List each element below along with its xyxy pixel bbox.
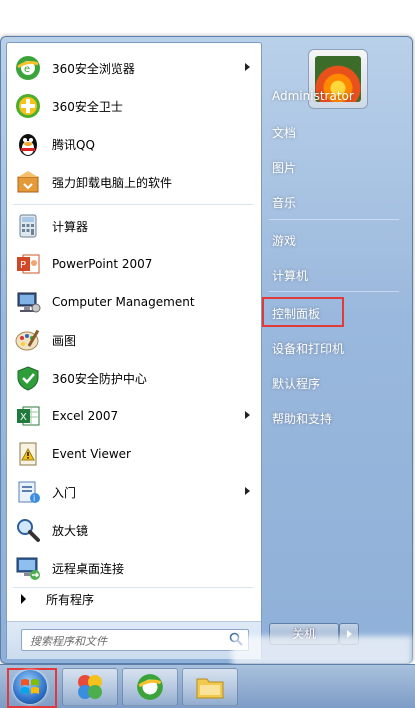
right-item-help-support[interactable]: 帮助和支持 (272, 410, 332, 427)
search-input[interactable]: 搜索程序和文件 (21, 629, 249, 651)
windows-orb-icon (13, 670, 47, 704)
submenu-arrow-icon[interactable] (245, 63, 250, 71)
excel-icon: X (12, 400, 44, 432)
program-360-protection[interactable]: 360安全防护中心 (12, 361, 256, 395)
right-item-documents[interactable]: 文档 (272, 124, 296, 141)
right-item-games[interactable]: 游戏 (272, 232, 296, 249)
right-item-devices-printers[interactable]: 设备和打印机 (272, 340, 344, 357)
program-label: 放大镜 (52, 523, 89, 538)
program-label: Computer Management (52, 295, 195, 309)
program-label: 强力卸载电脑上的软件 (52, 175, 173, 190)
all-programs-label: 所有程序 (46, 592, 95, 607)
search-area: 搜索程序和文件 (7, 621, 261, 659)
search-placeholder: 搜索程序和文件 (30, 635, 107, 648)
program-label: 画图 (52, 333, 77, 348)
program-label: 计算器 (52, 219, 89, 234)
program-event-viewer[interactable]: Event Viewer (12, 437, 256, 471)
right-item-computer[interactable]: 计算机 (272, 267, 308, 284)
program-label: 远程桌面连接 (52, 561, 125, 576)
program-label: 360安全浏览器 (52, 61, 135, 76)
start-menu: e 360安全浏览器 360安全卫士 腾讯QQ 强力卸载电脑上的软件 计算器 P… (0, 36, 413, 664)
program-label: PowerPoint 2007 (52, 257, 153, 271)
triangle-right-icon (21, 594, 26, 604)
start-button[interactable] (7, 668, 57, 708)
svg-text:P: P (20, 260, 26, 271)
program-uninstaller[interactable]: 强力卸载电脑上的软件 (12, 165, 256, 199)
svg-text:i: i (33, 494, 35, 503)
uninstall-box-icon (12, 166, 44, 198)
program-360-security[interactable]: 360安全卫士 (12, 89, 256, 123)
right-separator (269, 291, 399, 292)
right-item-default-programs[interactable]: 默认程序 (272, 375, 320, 392)
computer-management-icon (12, 286, 44, 318)
remote-desktop-icon (12, 552, 44, 584)
pinned-separator (13, 204, 253, 205)
right-item-administrator[interactable]: Administrator (272, 89, 354, 103)
program-label: 入门 (52, 485, 77, 500)
right-item-pictures[interactable]: 图片 (272, 159, 296, 176)
right-separator (269, 219, 399, 220)
magnifier-icon (12, 514, 44, 546)
event-viewer-icon (12, 438, 44, 470)
program-getting-started[interactable]: i 入门 (12, 475, 256, 509)
programs-pane: e 360安全浏览器 360安全卫士 腾讯QQ 强力卸载电脑上的软件 计算器 P… (6, 42, 262, 659)
program-calculator[interactable]: 计算器 (12, 209, 256, 243)
program-excel[interactable]: X Excel 2007 (12, 399, 256, 433)
program-magnifier[interactable]: 放大镜 (12, 513, 256, 547)
taskbar (0, 664, 415, 708)
svg-text:X: X (20, 412, 27, 423)
program-label: 360安全防护中心 (52, 371, 147, 386)
program-remote-desktop[interactable]: 远程桌面连接 (12, 551, 256, 585)
program-qq[interactable]: 腾讯QQ (12, 127, 256, 161)
powerpoint-icon: P (12, 248, 44, 280)
submenu-arrow-icon[interactable] (245, 411, 250, 419)
program-label: 腾讯QQ (52, 137, 95, 152)
program-paint[interactable]: 画图 (12, 323, 256, 357)
control-panel-highlight (262, 297, 344, 327)
watermark-blur (232, 636, 412, 666)
program-label: Event Viewer (52, 447, 131, 461)
program-label: Excel 2007 (52, 409, 119, 423)
program-powerpoint[interactable]: P PowerPoint 2007 (12, 247, 256, 281)
all-programs-button[interactable]: 所有程序 (17, 588, 257, 610)
security-guard-360-icon (12, 90, 44, 122)
folder-icon (195, 673, 225, 704)
qq-penguin-icon (12, 128, 44, 160)
taskbar-app-colorful[interactable] (62, 668, 118, 706)
calculator-icon (12, 210, 44, 242)
program-label: 360安全卫士 (52, 99, 123, 114)
colorful-petals-icon (75, 672, 105, 705)
shield-360-icon (12, 362, 44, 394)
program-360-browser[interactable]: e 360安全浏览器 (12, 51, 256, 85)
paint-palette-icon (12, 324, 44, 356)
program-computer-management[interactable]: Computer Management (12, 285, 256, 319)
right-item-music[interactable]: 音乐 (272, 194, 296, 211)
submenu-arrow-icon[interactable] (245, 487, 250, 495)
svg-text:e: e (24, 64, 30, 75)
browser-360-icon (135, 672, 165, 705)
taskbar-app-explorer[interactable] (182, 668, 238, 706)
taskbar-app-360browser[interactable] (122, 668, 178, 706)
getting-started-icon: i (12, 476, 44, 508)
browser-360-icon: e (12, 52, 44, 84)
